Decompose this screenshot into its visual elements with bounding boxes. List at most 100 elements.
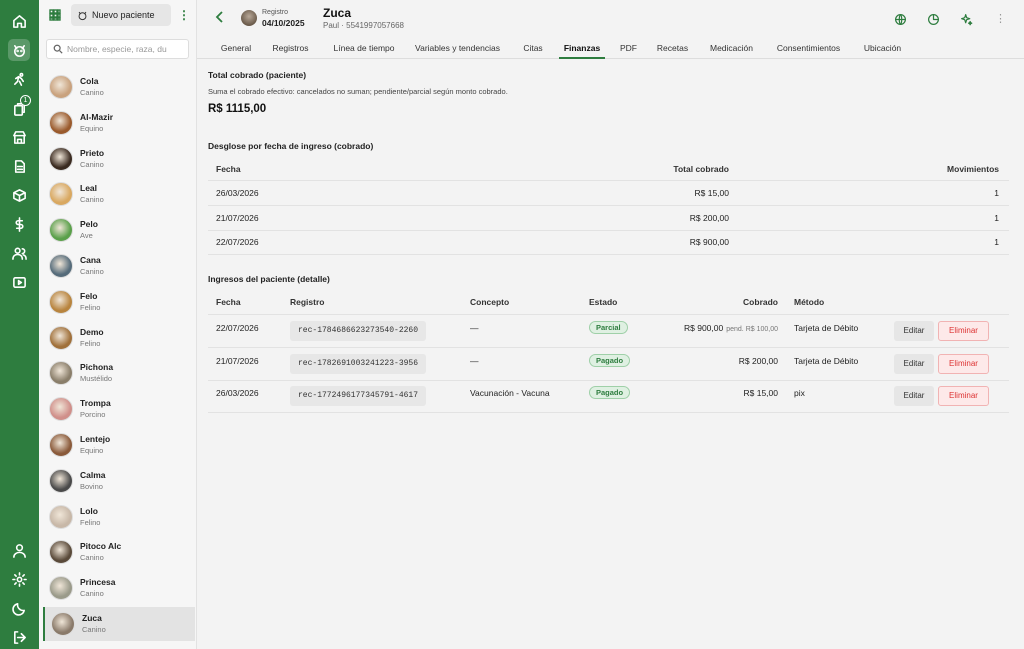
- patient-info: Cola Canino: [80, 76, 104, 98]
- patient-list-item[interactable]: Pitoco Alc Canino: [43, 535, 195, 569]
- file-icon[interactable]: [8, 155, 30, 177]
- globe-icon[interactable]: [892, 11, 908, 27]
- patient-name: Prieto: [80, 147, 105, 158]
- tab-línea-de-tiempo[interactable]: Línea de tiempo: [328, 38, 400, 59]
- dollar-icon[interactable]: [8, 213, 30, 235]
- tab-consentimientos[interactable]: Consentimientos: [774, 38, 843, 59]
- patient-info: Pitoco Alc Canino: [80, 541, 121, 563]
- more-options-icon[interactable]: ⋮: [178, 8, 190, 22]
- cell-movimientos: 1: [994, 212, 999, 223]
- col-cobrado: Cobrado: [743, 297, 778, 307]
- home-icon[interactable]: [8, 10, 30, 32]
- tab-finanzas[interactable]: Finanzas: [559, 38, 605, 59]
- moon-icon[interactable]: [8, 597, 30, 619]
- status-badge: Pagado: [589, 386, 631, 399]
- tab-citas[interactable]: Citas: [522, 38, 544, 59]
- patient-list-item[interactable]: Lolo Felino: [43, 500, 195, 534]
- col-metodo: Método: [794, 297, 825, 307]
- back-button[interactable]: [215, 11, 227, 25]
- patient-name: Lentejo: [80, 434, 111, 444]
- box-icon[interactable]: [8, 184, 30, 206]
- patient-info: Princesa Canino: [80, 577, 115, 599]
- patient-list-item[interactable]: Demo Felino: [43, 321, 195, 355]
- patient-species: Porcino: [80, 410, 106, 420]
- cell-total: R$ 900,00: [689, 237, 729, 247]
- patient-list-item[interactable]: Trompa Porcino: [43, 392, 195, 426]
- patient-info: Felo Felino: [80, 291, 100, 313]
- patient-info: Leal Canino: [80, 183, 104, 205]
- detail-title: Ingresos del paciente (detalle): [208, 274, 330, 284]
- patient-list-item[interactable]: Prieto Canino: [43, 142, 195, 176]
- cell-cobrado: R$ 15,00: [638, 388, 779, 398]
- avatar: [49, 289, 73, 314]
- patient-name: Felo: [80, 290, 98, 301]
- store-icon[interactable]: [8, 126, 30, 148]
- cell-fecha: 26/03/2026: [216, 188, 259, 198]
- delete-button[interactable]: Eliminar: [938, 386, 989, 406]
- registro-chip[interactable]: rec-1772496177345791-4617: [290, 386, 427, 406]
- tab-pdf[interactable]: PDF: [620, 38, 637, 59]
- new-patient-label: Nuevo paciente: [92, 10, 155, 20]
- run-icon[interactable]: [8, 68, 30, 90]
- patient-list-item[interactable]: Felo Felino: [43, 285, 195, 319]
- edit-button[interactable]: Editar: [894, 353, 934, 374]
- patient-info: Pichona Mustélido: [80, 362, 113, 384]
- edit-button[interactable]: Editar: [894, 386, 934, 406]
- cell-fecha: 26/03/2026: [216, 388, 259, 398]
- header-more-icon[interactable]: ⋮: [995, 11, 1006, 27]
- pending-amount: pend. R$ 100,00: [726, 326, 778, 333]
- status-badge: Parcial: [589, 321, 628, 334]
- patient-list-item[interactable]: Lentejo Equino: [43, 428, 195, 462]
- avatar: [49, 110, 73, 135]
- col-movimientos: Movimientos: [947, 164, 999, 174]
- registro-chip[interactable]: rec-1784686623273540-2260: [290, 321, 427, 341]
- patient-species: Canino: [80, 553, 104, 563]
- users-icon[interactable]: [8, 242, 30, 264]
- patient-list-item[interactable]: Cana Canino: [43, 249, 195, 283]
- tab-ubicación[interactable]: Ubicación: [862, 38, 903, 59]
- new-patient-button[interactable]: Nuevo paciente: [71, 4, 171, 26]
- main-content: Registro 04/10/2025 Zuca Paul · 55419970…: [197, 0, 1024, 649]
- patient-name: Zuca: [82, 613, 102, 623]
- documents-icon[interactable]: 1: [8, 95, 31, 119]
- patient-info: Calma Bovino: [80, 470, 106, 492]
- patient-list-item[interactable]: Cola Canino: [43, 70, 195, 104]
- patient-name: Demo: [80, 326, 104, 337]
- avatar: [51, 612, 75, 636]
- video-icon[interactable]: [8, 271, 30, 293]
- patient-name: Calma: [80, 469, 106, 480]
- patient-list-item[interactable]: Pelo Ave: [43, 213, 195, 247]
- patient-list-item[interactable]: Leal Canino: [43, 177, 195, 211]
- patient-list-item[interactable]: Zuca Canino: [43, 607, 195, 641]
- cell-concepto: —: [470, 323, 479, 333]
- cell-movimientos: 1: [994, 237, 999, 247]
- delete-button[interactable]: Eliminar: [938, 321, 989, 341]
- cobrado-value: R$ 200,00: [738, 355, 778, 366]
- tab-registros[interactable]: Registros: [270, 38, 311, 59]
- settings-icon[interactable]: [8, 568, 30, 590]
- tab-general[interactable]: General: [219, 38, 253, 59]
- patient-list-item[interactable]: Calma Bovino: [43, 464, 195, 498]
- registro-chip[interactable]: rec-1782691003241223-3956: [290, 353, 427, 374]
- tab-recetas[interactable]: Recetas: [656, 38, 689, 59]
- table-row: 22/07/2026 rec-1784686623273540-2260 — Parc…: [208, 315, 1009, 348]
- patient-name: Cana: [80, 255, 101, 265]
- cell-cobrado: R$ 900,00 pend. R$ 100,00: [638, 323, 778, 333]
- tab-variables-y-tendencias[interactable]: Variables y tendencias: [412, 38, 503, 59]
- pet-icon[interactable]: [8, 39, 30, 61]
- patient-list-item[interactable]: Princesa Canino: [43, 571, 195, 605]
- logout-icon[interactable]: [8, 626, 30, 648]
- tab-medicación[interactable]: Medicación: [708, 38, 755, 59]
- sparkles-icon[interactable]: [958, 11, 974, 27]
- delete-button[interactable]: Eliminar: [938, 353, 989, 374]
- pie-chart-icon[interactable]: [925, 11, 941, 27]
- edit-button[interactable]: Editar: [894, 321, 934, 341]
- patient-list-item[interactable]: Pichona Mustélido: [43, 356, 195, 390]
- avatar: [49, 75, 73, 99]
- patient-avatar: [241, 10, 257, 26]
- user-icon[interactable]: [8, 539, 30, 561]
- patient-list-item[interactable]: Al-Mazir Equino: [43, 106, 195, 140]
- search-input[interactable]: [67, 44, 185, 54]
- grid-view-icon[interactable]: [49, 9, 63, 23]
- breakdown-header-row: Fecha Total cobrado Movimientos: [208, 156, 1009, 181]
